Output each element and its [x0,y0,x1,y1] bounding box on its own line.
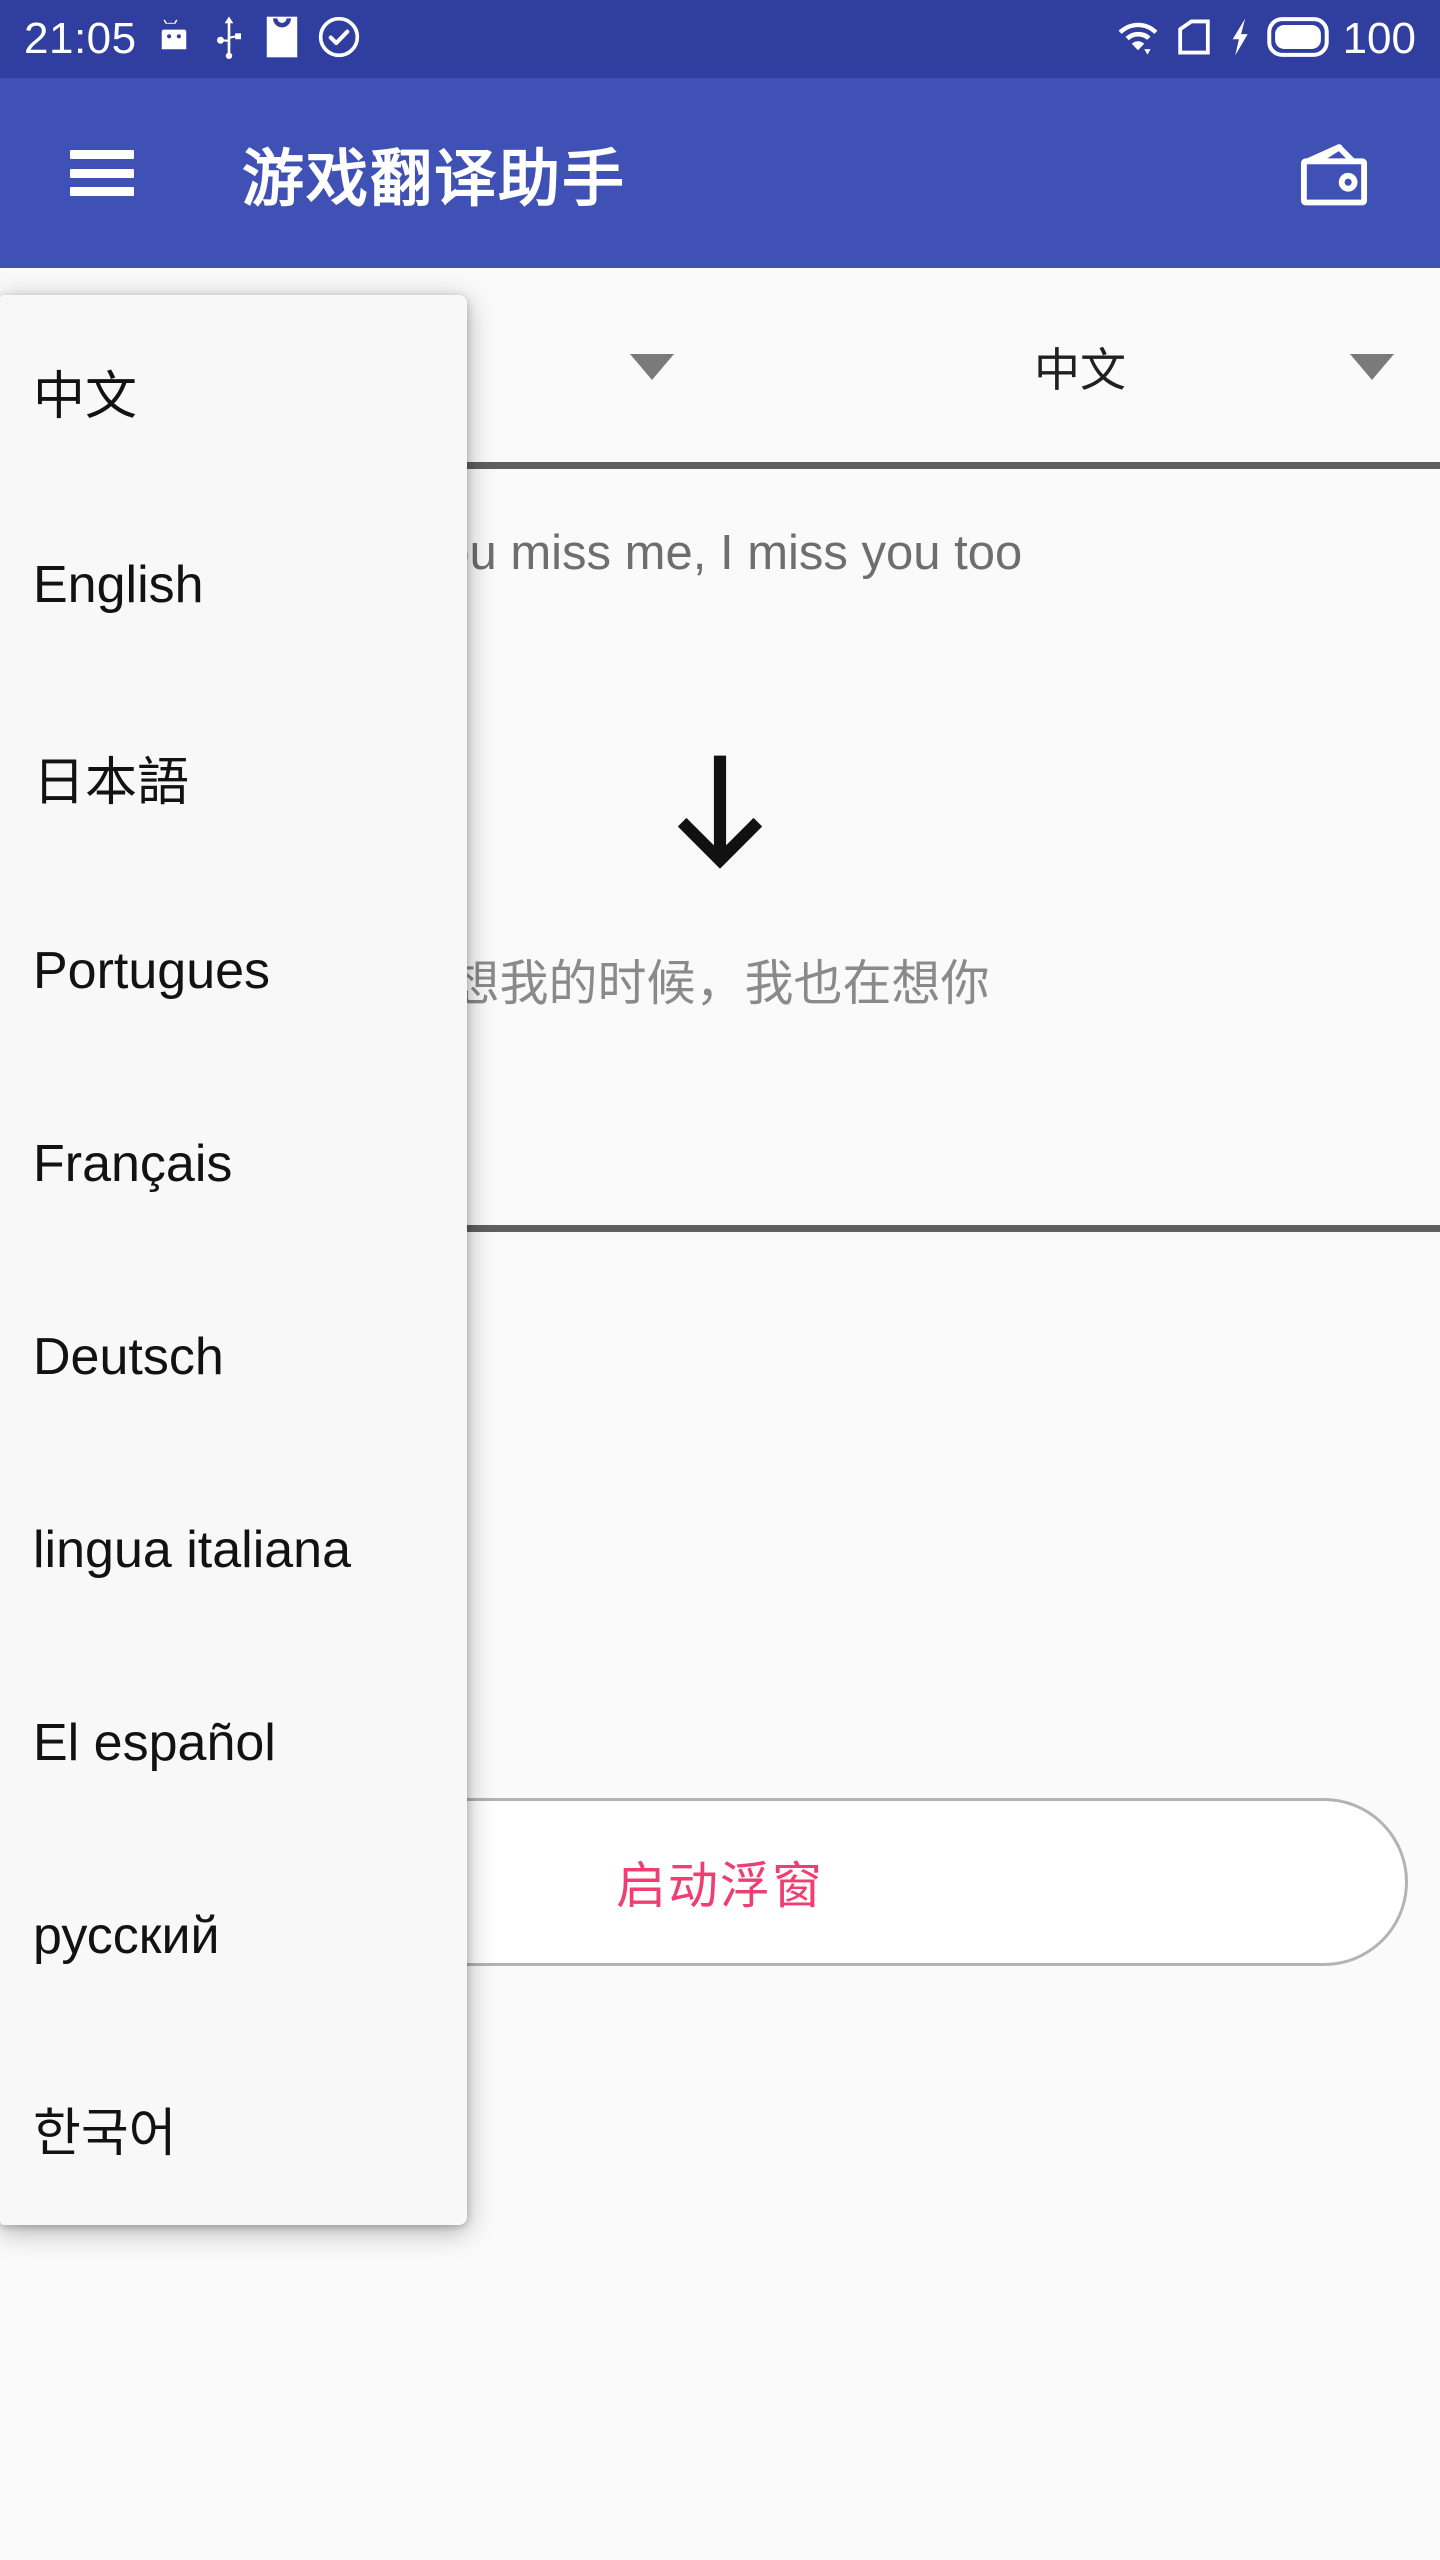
dropdown-item-label: El español [33,1713,276,1772]
hamburger-line [70,168,134,178]
charging-bolt-icon [1227,15,1253,64]
battery-icon [1266,16,1329,62]
dropdown-item-es[interactable]: El español [0,1646,467,1839]
dropdown-item-ja[interactable]: 日本語 [0,681,467,874]
wifi-icon [1115,15,1161,64]
check-circle-icon [317,15,361,64]
dropdown-item-ko[interactable]: 한국어 [0,2032,467,2225]
dropdown-item-label: Français [33,1134,233,1193]
page-title: 游戏翻译助手 [242,145,627,214]
status-bar-right: 100 [1115,15,1416,64]
app-bar: 游戏翻译助手 [0,78,1440,268]
dropdown-item-label: Portugues [33,941,271,1000]
dropdown-item-en[interactable]: English [0,488,467,681]
battery-percent: 100 [1342,14,1416,63]
status-bar: 21:05 100 [0,0,1440,78]
dropdown-item-label: English [33,555,204,614]
dropdown-item-label: lingua italiana [33,1520,352,1579]
dropdown-item-label: 日本語 [33,754,190,812]
wallet-icon[interactable] [1288,127,1380,219]
dropdown-item-de[interactable]: Deutsch [0,1260,467,1453]
chevron-down-icon [630,353,674,380]
arrow-down-icon [668,748,772,875]
dropdown-item-fr[interactable]: Français [0,1067,467,1260]
dropdown-item-pt[interactable]: Portugues [0,874,467,1067]
dropdown-item-label: Deutsch [33,1327,224,1386]
hamburger-menu-icon[interactable] [70,150,134,196]
sim-card-icon [1175,15,1213,64]
dropdown-item-label: 한국어 [33,2105,177,2163]
hamburger-line [70,187,134,196]
app-bag-icon [263,15,301,64]
start-floating-window-label: 启动浮窗 [616,1858,824,1914]
target-language-spinner[interactable]: 中文 [720,268,1440,465]
language-dropdown-popup[interactable]: 中文 English 日本語 Portugues Français Deutsc… [0,295,467,2225]
dropdown-item-label: 中文 [33,368,138,426]
android-robot-icon [153,16,195,63]
target-language-value: 中文 [1034,343,1126,396]
chevron-down-icon [1350,353,1394,380]
usb-icon [211,15,247,64]
app-screen: 21:05 100 游戏翻译助手 中文 you miss me, I miss … [0,0,1440,2560]
dropdown-item-it[interactable]: lingua italiana [0,1453,467,1646]
dropdown-item-ru[interactable]: русский [0,1839,467,2032]
hamburger-line [70,150,134,159]
dropdown-item-label: русский [33,1906,220,1965]
dropdown-item-zh[interactable]: 中文 [0,295,467,488]
status-clock: 21:05 [24,14,137,63]
status-bar-left: 21:05 [24,15,361,64]
